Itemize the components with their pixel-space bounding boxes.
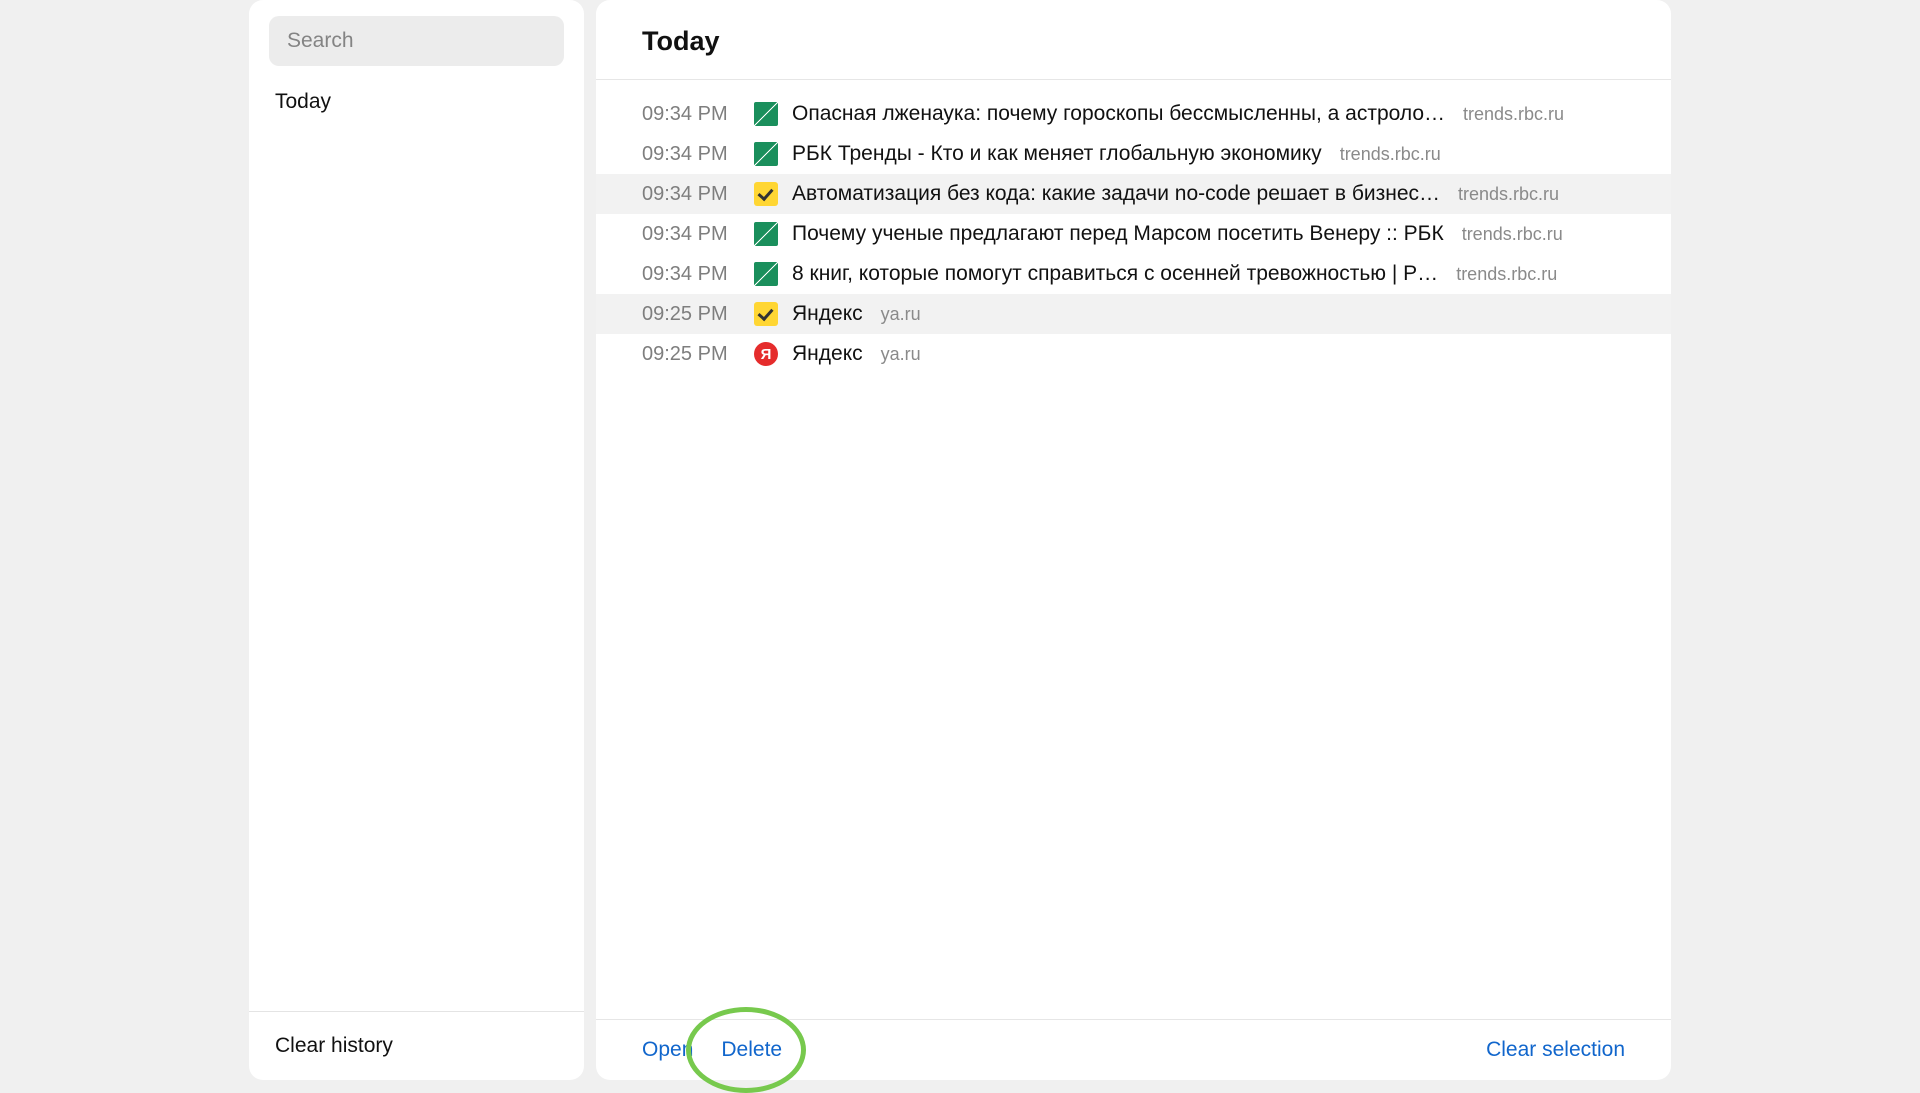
- row-title: Автоматизация без кода: какие задачи no-…: [792, 182, 1440, 206]
- clear-selection-button[interactable]: Clear selection: [1486, 1038, 1625, 1062]
- history-row[interactable]: 09:34 PM Почему ученые предлагают перед М…: [596, 214, 1671, 254]
- row-title: РБК Тренды - Кто и как меняет глобальную…: [792, 142, 1322, 166]
- rbc-favicon-icon: [754, 262, 778, 286]
- row-time: 09:34 PM: [642, 143, 740, 166]
- search-wrap: [249, 16, 584, 76]
- row-time: 09:25 PM: [642, 303, 740, 326]
- rbc-favicon-icon: [754, 222, 778, 246]
- sidebar-footer: Clear history: [249, 1011, 584, 1080]
- history-window: Today Clear history Today 09:34 PM Опасна…: [249, 0, 1671, 1080]
- row-title: 8 книг, которые помогут справиться с осе…: [792, 262, 1438, 286]
- open-button[interactable]: Open: [642, 1038, 693, 1062]
- rbc-favicon-icon: [754, 142, 778, 166]
- history-row[interactable]: 09:34 PM РБК Тренды - Кто и как меняет гл…: [596, 134, 1671, 174]
- yandex-favicon-icon: Я: [754, 342, 778, 366]
- row-time: 09:34 PM: [642, 183, 740, 206]
- rbc-favicon-icon: [754, 102, 778, 126]
- history-row[interactable]: 09:34 PM Автоматизация без кода: какие за…: [596, 174, 1671, 214]
- main-footer: Open Delete Clear selection: [596, 1019, 1671, 1080]
- row-domain: ya.ru: [881, 304, 921, 325]
- row-title: Почему ученые предлагают перед Марсом по…: [792, 222, 1444, 246]
- history-row[interactable]: 09:34 PM 8 книг, которые помогут справить…: [596, 254, 1671, 294]
- main-panel: Today 09:34 PM Опасная лженаука: почему г…: [596, 0, 1671, 1080]
- row-title: Опасная лженаука: почему гороскопы бессм…: [792, 102, 1445, 126]
- clear-history-button[interactable]: Clear history: [275, 1034, 393, 1057]
- history-list: 09:34 PM Опасная лженаука: почему гороско…: [596, 80, 1671, 1019]
- sidebar-item-today[interactable]: Today: [249, 76, 584, 128]
- row-domain: trends.rbc.ru: [1463, 104, 1564, 125]
- row-domain: trends.rbc.ru: [1340, 144, 1441, 165]
- row-time: 09:34 PM: [642, 263, 740, 286]
- row-domain: ya.ru: [881, 344, 921, 365]
- row-time: 09:34 PM: [642, 103, 740, 126]
- page-title: Today: [596, 0, 1671, 80]
- sidebar: Today Clear history: [249, 0, 584, 1080]
- checkbox-checked-icon: [754, 302, 778, 326]
- history-row[interactable]: 09:34 PM Опасная лженаука: почему гороско…: [596, 94, 1671, 134]
- history-row[interactable]: 09:25 PM Яндекс ya.ru: [596, 294, 1671, 334]
- search-input[interactable]: [269, 16, 564, 66]
- row-title: Яндекс: [792, 302, 863, 326]
- row-domain: trends.rbc.ru: [1458, 184, 1559, 205]
- row-time: 09:25 PM: [642, 343, 740, 366]
- row-title: Яндекс: [792, 342, 863, 366]
- row-domain: trends.rbc.ru: [1456, 264, 1557, 285]
- history-row[interactable]: 09:25 PM Я Яндекс ya.ru: [596, 334, 1671, 374]
- row-domain: trends.rbc.ru: [1462, 224, 1563, 245]
- row-time: 09:34 PM: [642, 223, 740, 246]
- delete-button[interactable]: Delete: [721, 1038, 782, 1062]
- checkbox-checked-icon: [754, 182, 778, 206]
